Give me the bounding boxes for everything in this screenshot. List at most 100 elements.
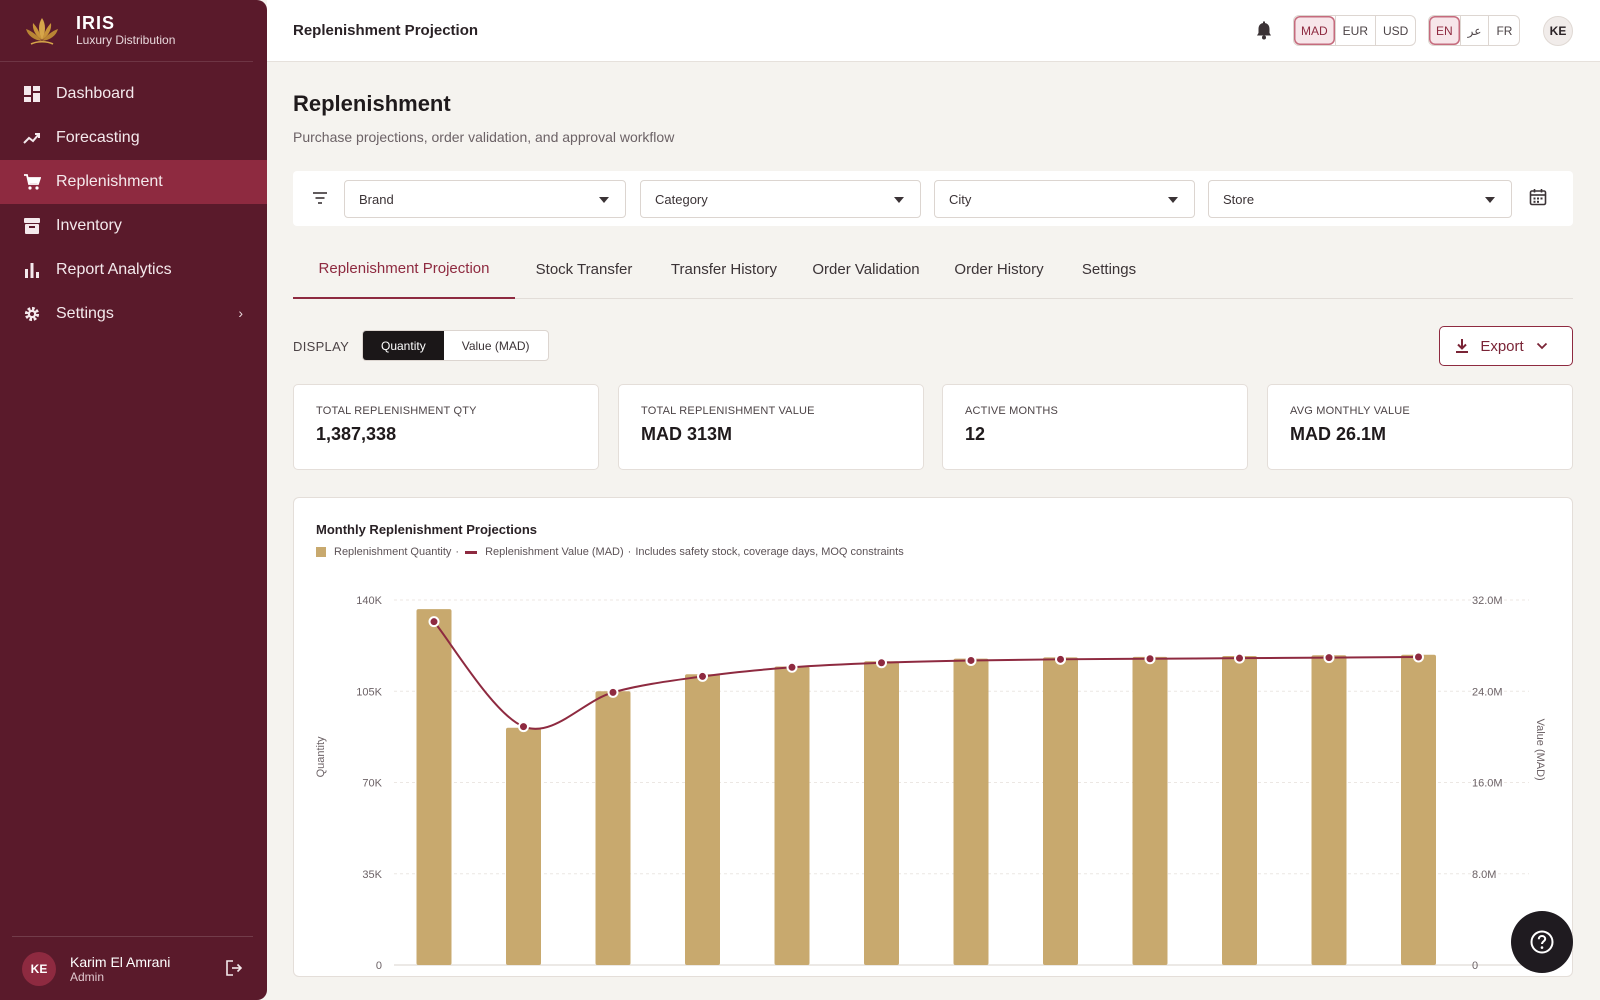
sidebar-item-label: Dashboard [56,85,135,102]
bar [864,661,899,965]
kpi-value: 1,387,338 [316,424,397,444]
kpi-card: AVG MONTHLY VALUE MAD 26.1M [1267,384,1573,470]
caret-down-icon [1485,197,1495,203]
topbar: Replenishment Projection MAD EUR USD EN … [267,0,1600,62]
line-point [428,616,440,628]
tab-replenishment-projection[interactable]: Replenishment Projection [293,240,515,299]
brand: IRIS Luxury Distribution [0,0,253,62]
currency-option-eur[interactable]: EUR [1334,16,1375,45]
export-label: Export [1480,337,1524,355]
language-option-ar[interactable]: عر [1459,16,1489,45]
store-select[interactable]: Store [1208,180,1512,218]
sidebar-item-label: Inventory [56,217,122,234]
sidebar-nav: Dashboard Forecasting Replenishment Inve… [0,72,267,336]
brand-name: IRIS [76,13,116,33]
user-profile: KE Karim El Amrani Admin [12,936,253,1000]
sidebar-item-dashboard[interactable]: Dashboard [0,72,267,116]
line-point [1234,652,1245,664]
line-point [518,721,529,733]
logout-icon[interactable] [225,959,245,979]
series-line [433,621,1419,730]
y-axis-title: Quantity [315,736,327,777]
line-point [876,657,887,669]
brand-tagline: Luxury Distribution [76,33,176,47]
caret-down-icon [1168,197,1178,203]
sidebar-item-forecasting[interactable]: Forecasting [0,116,267,160]
y-tick-label: 105K [356,686,382,698]
archive-icon [22,216,42,236]
tab-transfer-history[interactable]: Transfer History [653,240,795,299]
help-button[interactable] [1511,911,1573,973]
download-icon [1456,339,1469,353]
y-tick-label: 70K [362,778,382,790]
bar [953,658,989,965]
line-point [697,670,708,682]
tab-stock-transfer[interactable]: Stock Transfer [515,240,653,299]
display-option-quantity[interactable]: Quantity [363,331,444,360]
chart-svg: 0 0 35K 8.0M 70K 16.0M 105K 24.0M 140K 32.0M Quant… [315,595,1546,972]
filter-bar: Brand Category City Store [293,171,1573,226]
kpi-card: ACTIVE MONTHS 12 [942,384,1248,470]
line-point [965,654,977,666]
y2-tick-label: 0 [1472,960,1478,972]
language-option-fr[interactable]: FR [1488,16,1519,45]
kpi-value: MAD 313M [641,424,733,444]
bar [1043,657,1078,965]
line-point [607,686,619,698]
y2-tick-label: 32.0M [1472,595,1503,607]
avatar[interactable]: KE [22,951,56,986]
kpi-value: 12 [965,424,986,444]
sidebar-item-label: Replenishment [56,173,163,190]
tab-bar: Replenishment Projection Stock Transfer … [293,240,1573,299]
city-select[interactable]: City [934,180,1195,218]
tab-settings[interactable]: Settings [1061,240,1157,299]
currency-option-mad[interactable]: MAD [1294,16,1335,45]
topbar-title: Replenishment Projection [293,22,479,39]
bell-icon[interactable] [1255,21,1275,41]
calendar-icon[interactable] [1529,188,1549,208]
sidebar-item-settings[interactable]: Settings › [0,292,267,336]
tab-order-history[interactable]: Order History [937,240,1061,299]
store-select-label: Store [1223,191,1255,207]
y2-tick-label: 24.0M [1472,686,1503,698]
trend-icon [22,128,42,148]
y2-tick-label: 16.0M [1472,778,1503,790]
export-button[interactable]: Export [1439,326,1573,366]
bar [1222,656,1257,965]
bar [685,674,720,965]
gear-icon [22,304,42,324]
avatar[interactable]: KE [1543,16,1573,46]
chart-card: Monthly Replenishment Projections Replen… [293,497,1573,977]
y2-axis-title: Value (MAD) [1534,719,1546,781]
language-option-en[interactable]: EN [1429,16,1460,45]
kpi-label: TOTAL REPLENISHMENT VALUE [641,405,815,417]
bar [1401,654,1436,965]
bar [774,666,810,965]
kpi-card: TOTAL REPLENISHMENT QTY 1,387,338 [293,384,599,470]
brand-select-label: Brand [359,191,394,207]
city-select-label: City [949,191,972,207]
y-tick-label: 35K [362,869,382,881]
display-option-value[interactable]: Value (MAD) [444,331,548,360]
user-role: Admin [70,969,105,984]
sidebar-item-inventory[interactable]: Inventory [0,204,267,248]
bar [416,609,452,965]
sidebar-item-label: Forecasting [56,129,140,146]
kpi-row: TOTAL REPLENISHMENT QTY 1,387,338 TOTAL … [293,384,1573,470]
bar [506,727,541,965]
currency-option-usd[interactable]: USD [1375,16,1415,45]
category-select-label: Category [655,191,708,207]
caret-down-icon [894,197,904,203]
sidebar-item-report-analytics[interactable]: Report Analytics [0,248,267,292]
y-tick-label: 140K [356,595,382,607]
filter-icon[interactable] [311,189,329,207]
line-point [1323,652,1335,664]
y-tick-label: 0 [376,960,382,972]
kpi-value: MAD 26.1M [1290,424,1387,444]
help-icon [1530,930,1554,954]
tab-order-validation[interactable]: Order Validation [795,240,937,299]
kpi-label: AVG MONTHLY VALUE [1290,405,1410,417]
category-select[interactable]: Category [640,180,921,218]
sidebar-item-replenishment[interactable]: Replenishment [0,160,267,204]
brand-select[interactable]: Brand [344,180,626,218]
